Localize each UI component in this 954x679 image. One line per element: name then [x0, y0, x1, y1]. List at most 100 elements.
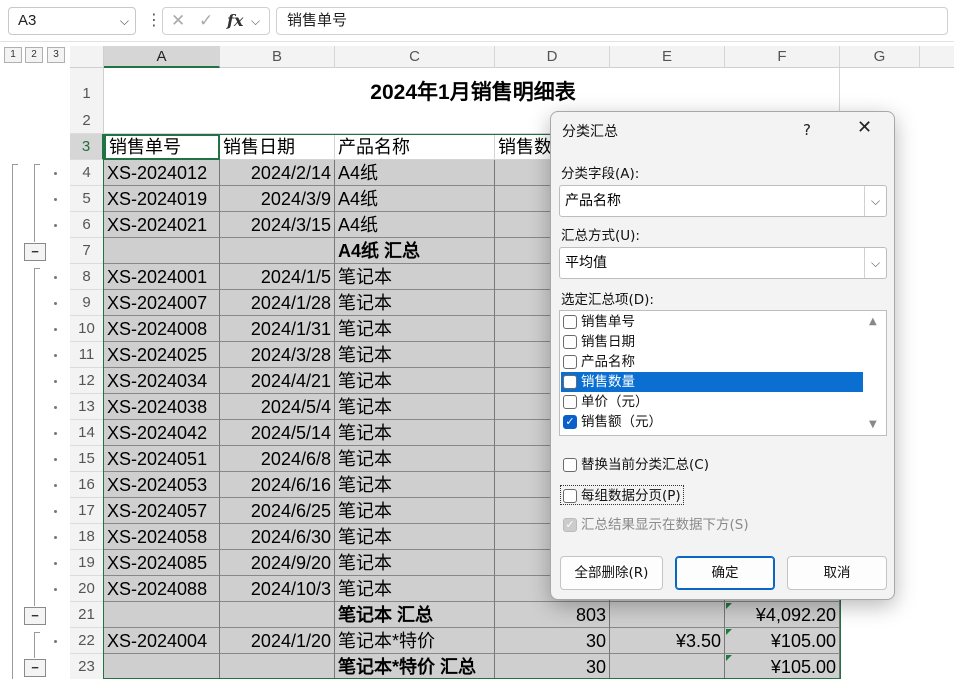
column-header-c[interactable]: C	[335, 46, 495, 68]
cell-sales-date[interactable]: 2024/1/28	[220, 290, 335, 316]
cell-product[interactable]: 笔记本*特价 汇总	[335, 654, 495, 679]
row-header[interactable]: 18	[70, 524, 104, 550]
chevron-down-icon[interactable]: ⌵	[864, 248, 886, 278]
row-header[interactable]: 13	[70, 394, 104, 420]
cell-product[interactable]: 笔记本 汇总	[335, 602, 495, 628]
list-item[interactable]: 销售单号	[561, 312, 863, 332]
cell-sales-date[interactable]	[220, 654, 335, 679]
row-header[interactable]: 10	[70, 316, 104, 342]
list-item[interactable]: ✓ 销售额（元）	[561, 412, 863, 432]
scroll-down-icon[interactable]: ▼	[869, 419, 877, 430]
list-item[interactable]: 产品名称	[561, 352, 863, 372]
row-header-2[interactable]: 2	[70, 108, 104, 134]
item-checkbox[interactable]: ✓	[563, 415, 577, 429]
row-header[interactable]: 22	[70, 628, 104, 654]
row-header-3[interactable]: 3	[70, 134, 104, 160]
cell-sales-date[interactable]: 2024/1/5	[220, 264, 335, 290]
cell-sales-id[interactable]: XS-2024088	[104, 576, 220, 602]
cell-product[interactable]: 笔记本	[335, 576, 495, 602]
row-header[interactable]: 21	[70, 602, 104, 628]
cell-quantity[interactable]: 30	[495, 654, 610, 679]
subtotal-items-list[interactable]: 销售单号 销售日期 产品名称 销售数量 单价（元） ✓ 销售额（元） ▲ ▼	[559, 310, 887, 436]
list-item[interactable]: 销售日期	[561, 332, 863, 352]
replace-current-option[interactable]: 替换当前分类汇总(C)	[561, 455, 709, 475]
column-header-f[interactable]: F	[725, 46, 840, 68]
cell-sales-date[interactable]: 2024/5/4	[220, 394, 335, 420]
scroll-up-icon[interactable]: ▲	[869, 316, 877, 327]
cell-product[interactable]: 笔记本	[335, 264, 495, 290]
cell-product[interactable]: 笔记本	[335, 524, 495, 550]
cell-sales-date[interactable]: 2024/10/3	[220, 576, 335, 602]
cell-sales-date[interactable]: 2024/3/9	[220, 186, 335, 212]
list-scrollbar[interactable]: ▲ ▼	[863, 312, 885, 434]
row-header[interactable]: 17	[70, 498, 104, 524]
collapse-group-button[interactable]: −	[24, 607, 46, 625]
cell-product[interactable]: 笔记本	[335, 290, 495, 316]
row-header[interactable]: 7	[70, 238, 104, 264]
insert-function-button[interactable]: fx	[227, 8, 243, 34]
cell-sales-id[interactable]	[104, 654, 220, 679]
header-sales-id[interactable]: 销售单号	[104, 134, 220, 160]
cell-sales-id[interactable]: XS-2024057	[104, 498, 220, 524]
cell-sales-id[interactable]: XS-2024038	[104, 394, 220, 420]
row-header[interactable]: 16	[70, 472, 104, 498]
cell-sales-date[interactable]: 2024/1/31	[220, 316, 335, 342]
column-header-d[interactable]: D	[495, 46, 610, 68]
page-break-checkbox[interactable]	[563, 489, 577, 503]
cell-sales-date[interactable]: 2024/5/14	[220, 420, 335, 446]
cell-unit-price[interactable]: ¥3.50	[610, 628, 725, 654]
cell-sales-id[interactable]: XS-2024012	[104, 160, 220, 186]
cell-sales-date[interactable]: 2024/3/28	[220, 342, 335, 368]
row-header[interactable]: 20	[70, 576, 104, 602]
collapse-group-button[interactable]: −	[24, 659, 46, 677]
list-item[interactable]: 销售数量	[561, 372, 863, 392]
cell-product[interactable]: 笔记本	[335, 394, 495, 420]
cell-sales-date[interactable]	[220, 602, 335, 628]
outline-level-3-button[interactable]: 3	[47, 47, 65, 63]
cell-sales-id[interactable]: XS-2024001	[104, 264, 220, 290]
cell-sales-date[interactable]: 2024/4/21	[220, 368, 335, 394]
row-header[interactable]: 15	[70, 446, 104, 472]
cell-sales-date[interactable]: 2024/6/16	[220, 472, 335, 498]
more-options-icon[interactable]: ⋮	[146, 9, 162, 33]
row-header[interactable]: 14	[70, 420, 104, 446]
row-header[interactable]: 11	[70, 342, 104, 368]
cell-product[interactable]: A4纸 汇总	[335, 238, 495, 264]
chevron-down-icon[interactable]: ⌵	[251, 8, 260, 34]
item-checkbox[interactable]	[563, 335, 577, 349]
cell-amount[interactable]: ¥4,092.20	[725, 602, 840, 628]
cell-product[interactable]: 笔记本	[335, 446, 495, 472]
cell-product[interactable]: A4纸	[335, 212, 495, 238]
group-by-select[interactable]: 产品名称 ⌵	[559, 185, 887, 217]
cell-sales-date[interactable]: 2024/1/20	[220, 628, 335, 654]
chevron-down-icon[interactable]: ⌵	[864, 186, 886, 216]
name-box[interactable]: A3 ⌵	[8, 7, 136, 35]
item-checkbox[interactable]	[563, 375, 577, 389]
cell-unit-price[interactable]	[610, 602, 725, 628]
cell-sales-id[interactable]: XS-2024008	[104, 316, 220, 342]
item-checkbox[interactable]	[563, 315, 577, 329]
cell-quantity[interactable]: 803	[495, 602, 610, 628]
cell-sales-date[interactable]: 2024/6/8	[220, 446, 335, 472]
row-header[interactable]: 19	[70, 550, 104, 576]
enter-icon[interactable]: ✓	[199, 8, 213, 34]
cell-product[interactable]: 笔记本*特价	[335, 628, 495, 654]
function-select[interactable]: 平均值 ⌵	[559, 247, 887, 279]
cell-sales-date[interactable]: 2024/6/25	[220, 498, 335, 524]
cell-product[interactable]: 笔记本	[335, 550, 495, 576]
row-header[interactable]: 23	[70, 654, 104, 679]
cell-product[interactable]: 笔记本	[335, 368, 495, 394]
outline-level-2-button[interactable]: 2	[25, 47, 43, 63]
cell-sales-date[interactable]: 2024/2/14	[220, 160, 335, 186]
chevron-down-icon[interactable]: ⌵	[120, 8, 129, 34]
page-break-option[interactable]: 每组数据分页(P)	[560, 485, 684, 505]
cell-product[interactable]: A4纸	[335, 160, 495, 186]
cell-quantity[interactable]: 30	[495, 628, 610, 654]
row-header[interactable]: 4	[70, 160, 104, 186]
help-button[interactable]: ?	[803, 121, 811, 139]
cell-sales-id[interactable]: XS-2024085	[104, 550, 220, 576]
cell-sales-date[interactable]: 2024/9/20	[220, 550, 335, 576]
list-item[interactable]: 单价（元）	[561, 392, 863, 412]
cell-sales-id[interactable]: XS-2024058	[104, 524, 220, 550]
cell-amount[interactable]: ¥105.00	[725, 628, 840, 654]
